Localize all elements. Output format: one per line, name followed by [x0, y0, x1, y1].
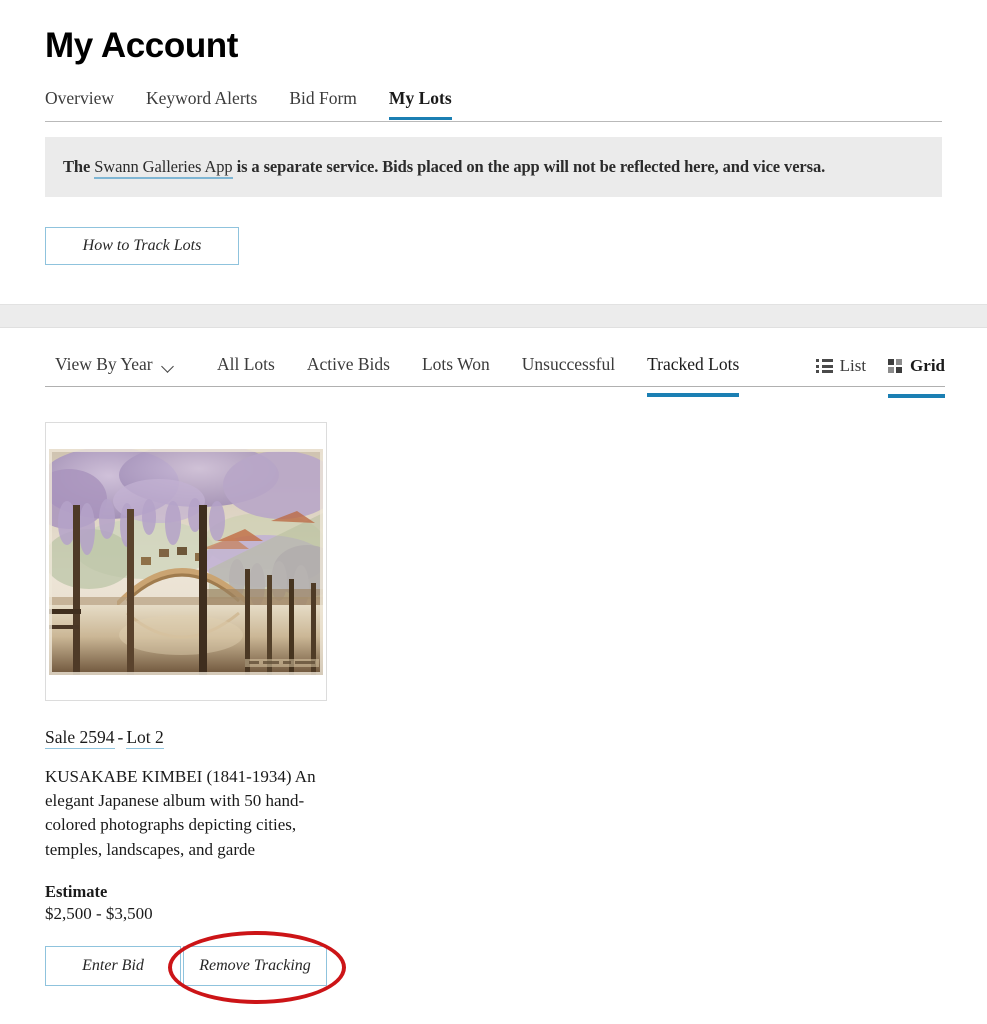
lot-action-buttons: Enter Bid Remove Tracking	[45, 945, 327, 986]
estimate-value: $2,500 - $3,500	[45, 903, 153, 923]
page-title: My Account	[45, 26, 239, 65]
tab-bid-form[interactable]: Bid Form	[289, 88, 357, 118]
list-view-icon	[815, 359, 833, 373]
lot-description: KUSAKABE KIMBEI (1841-1934) An elegant J…	[45, 767, 316, 859]
filter-bar-rule	[45, 386, 945, 387]
tab-my-lots[interactable]: My Lots	[388, 88, 452, 120]
lot-thumbnail-frame[interactable]	[45, 422, 327, 701]
lot-thumbnail-image[interactable]	[49, 448, 323, 675]
estimate-label: Estimate	[45, 881, 108, 901]
how-to-track-lots-button[interactable]: How to Track Lots	[45, 227, 239, 265]
view-by-year-label: View By Year	[55, 354, 153, 374]
lot-photo-artwork	[49, 448, 323, 675]
account-tabs: Overview Keyword Alerts Bid Form My Lots	[45, 88, 942, 122]
remove-tracking-button[interactable]: Remove Tracking	[183, 945, 327, 986]
my-account-page: My Account Overview Keyword Alerts Bid F…	[0, 0, 987, 1024]
lot-identifier-links: Sale 2594- Lot 2	[45, 727, 327, 749]
tab-unsuccessful[interactable]: Unsuccessful	[522, 354, 615, 385]
enter-bid-button[interactable]: Enter Bid	[45, 945, 182, 986]
view-mode-toggle: List Grid	[815, 356, 945, 398]
lot-link-separator: -	[117, 727, 124, 747]
grid-view-icon	[888, 358, 903, 374]
tab-all-lots[interactable]: All Lots	[217, 354, 275, 385]
lot-card: Sale 2594- Lot 2 KUSAKABE KIMBEI (1841-19…	[45, 422, 327, 986]
swann-galleries-app-link[interactable]: Swann Galleries App	[94, 157, 233, 179]
tab-lots-won[interactable]: Lots Won	[422, 354, 490, 385]
notice-suffix: is a separate service. Bids placed on th…	[232, 157, 826, 176]
lots-filter-bar: View By Year All Lots Active Bids Lots W…	[45, 352, 945, 398]
chevron-down-icon	[162, 362, 175, 370]
view-by-year-dropdown[interactable]: View By Year	[55, 354, 175, 375]
app-notice-bar: The Swann Galleries App is a separate se…	[45, 137, 942, 197]
notice-prefix: The	[63, 157, 95, 176]
view-mode-list-label: List	[839, 356, 867, 375]
view-mode-grid[interactable]: Grid	[888, 356, 945, 398]
tab-keyword-alerts[interactable]: Keyword Alerts	[146, 88, 257, 118]
tab-active-bids[interactable]: Active Bids	[307, 354, 390, 385]
view-mode-grid-label: Grid	[910, 356, 945, 375]
lot-number-link[interactable]: Lot 2	[126, 727, 164, 749]
section-divider-band	[0, 304, 987, 328]
sale-link[interactable]: Sale 2594	[45, 727, 115, 749]
lot-filter-tabs: All Lots Active Bids Lots Won Unsuccessf…	[217, 354, 771, 397]
tab-overview[interactable]: Overview	[45, 88, 114, 118]
tab-tracked-lots[interactable]: Tracked Lots	[647, 354, 740, 397]
app-notice-text: The Swann Galleries App is a separate se…	[63, 157, 826, 179]
view-mode-list[interactable]: List	[815, 356, 867, 385]
